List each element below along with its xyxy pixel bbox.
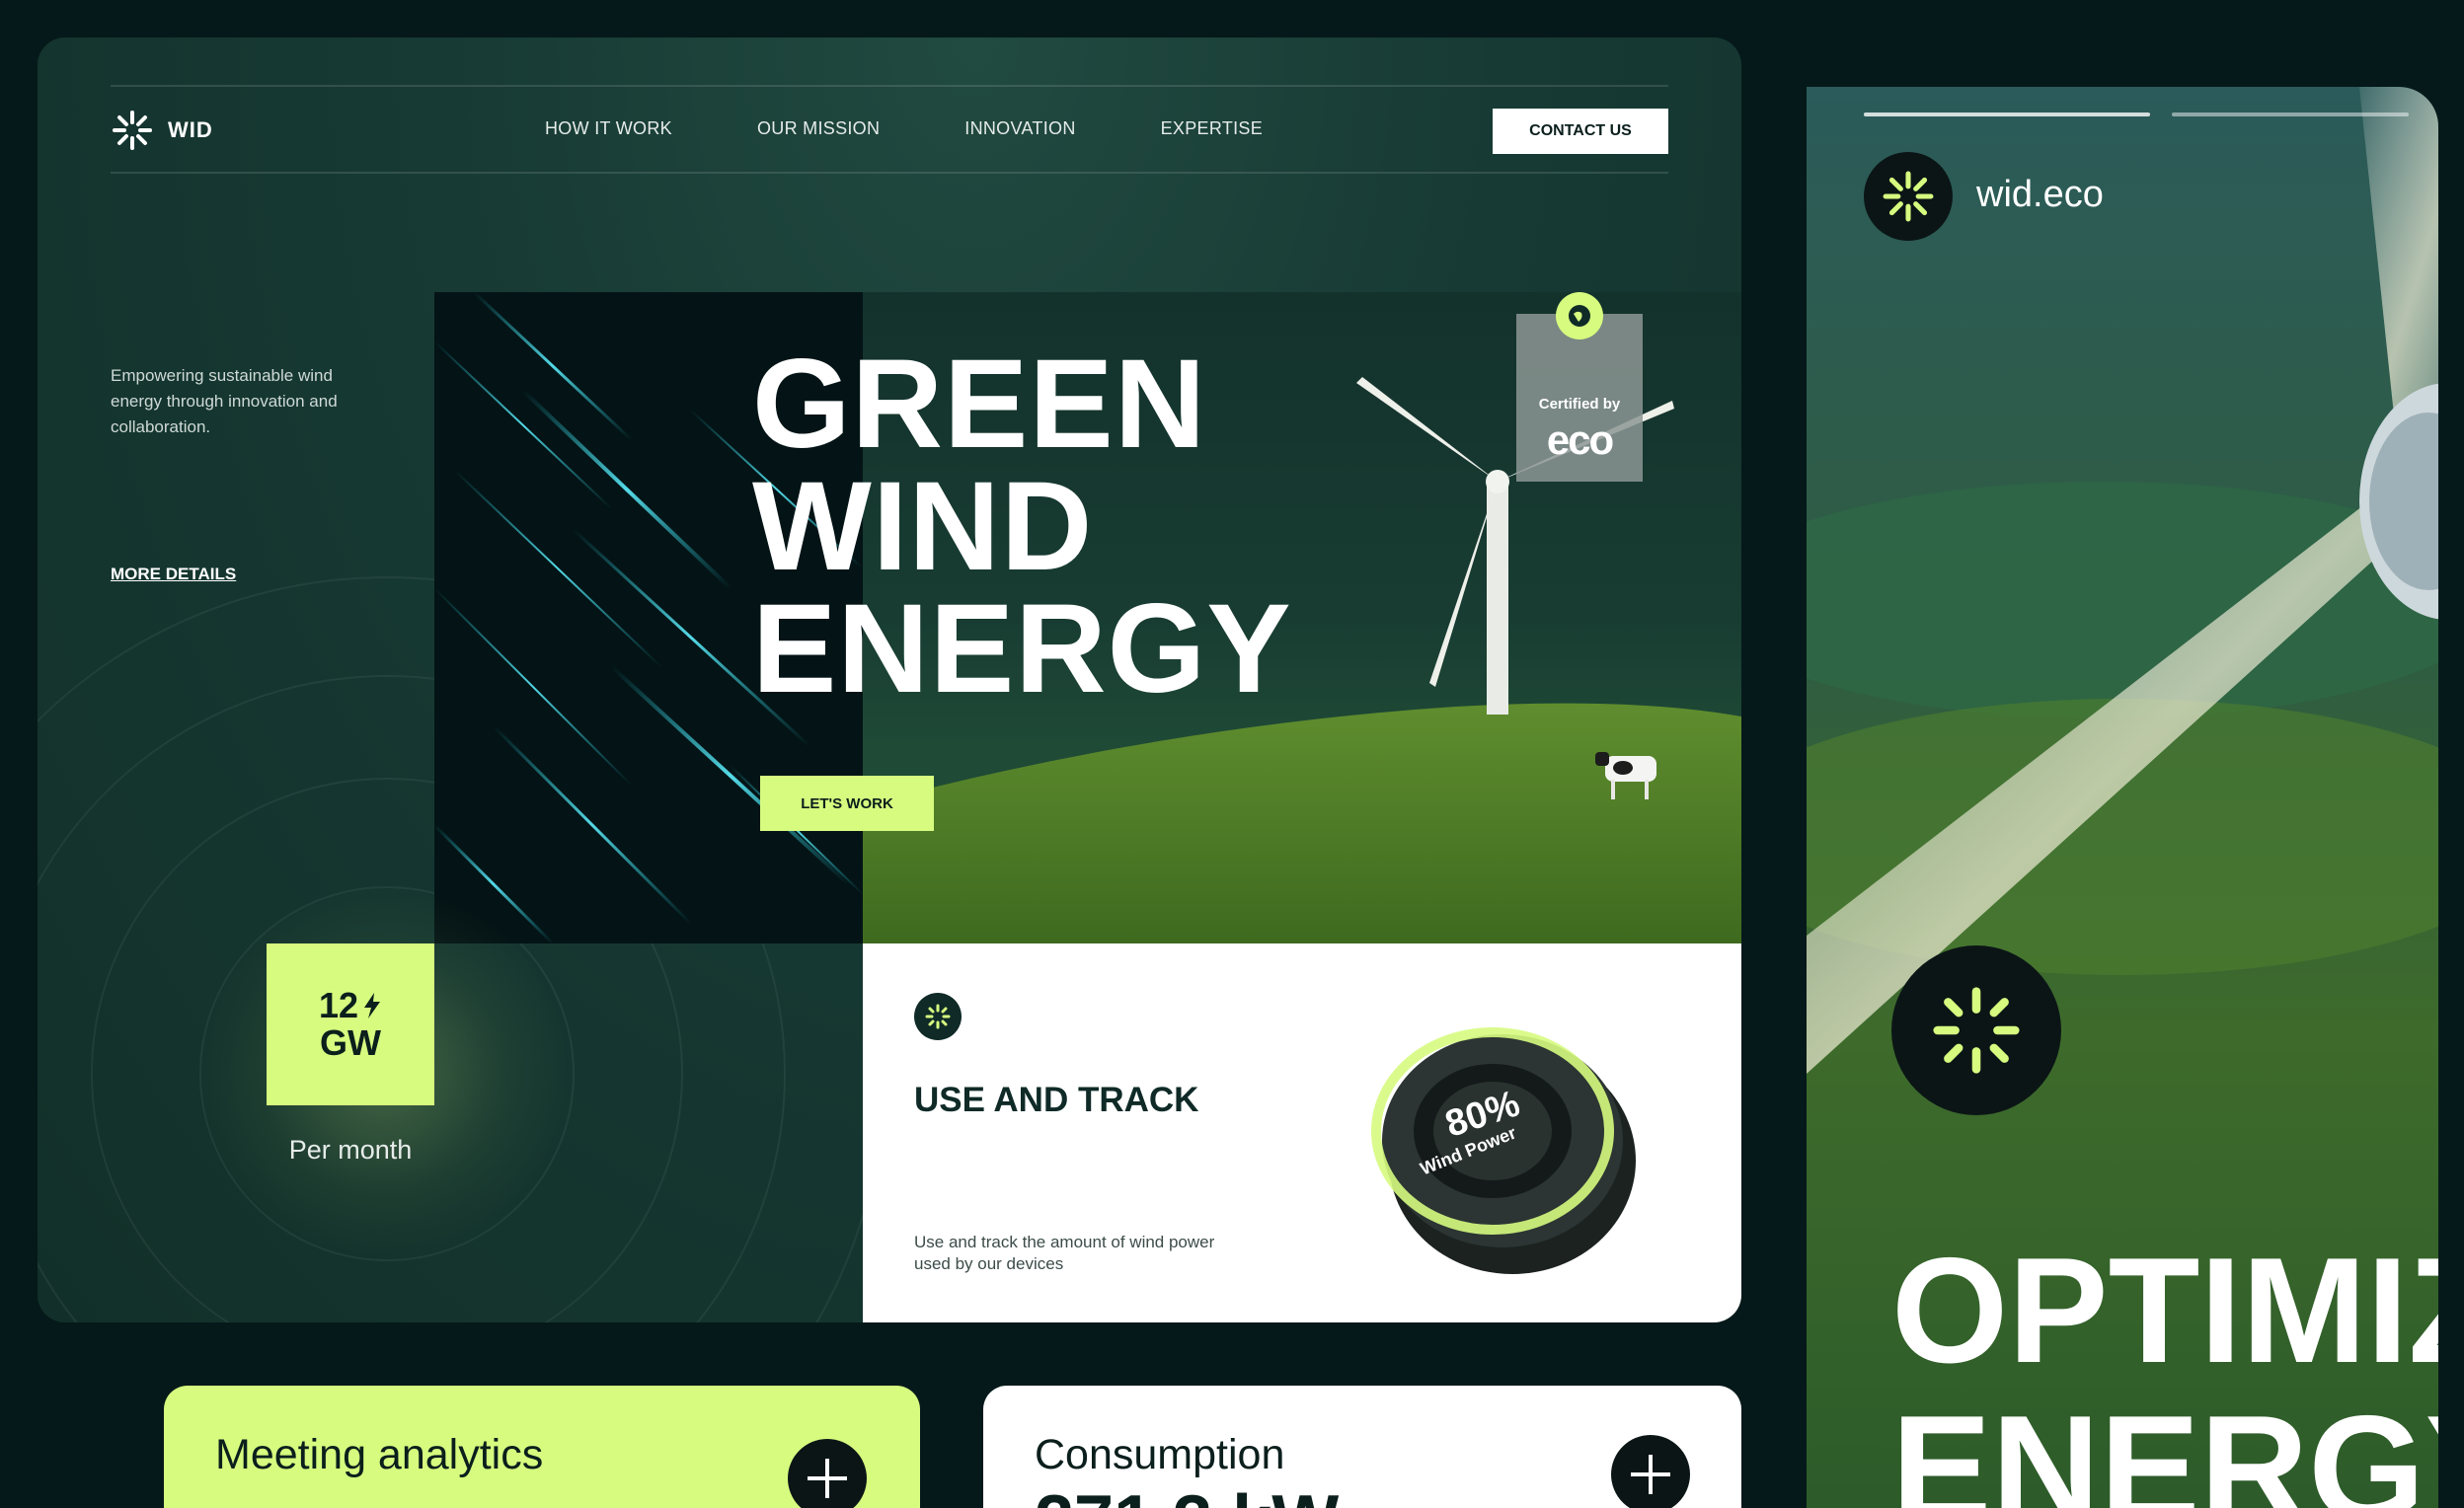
stat-caption: Per month <box>288 1135 413 1165</box>
lightning-icon <box>364 993 381 1018</box>
use-and-track-panel: USE AND TRACK Use and track the amount o… <box>863 943 1741 1322</box>
sun-spinner-icon <box>1891 945 2061 1115</box>
hero-title-line: WIND <box>752 456 1094 597</box>
plus-icon[interactable] <box>788 1439 867 1508</box>
header-top-divider <box>111 85 1668 87</box>
contact-us-button[interactable]: CONTACT US <box>1493 109 1668 154</box>
use-and-track-description: Use and track the amount of wind power u… <box>914 1233 1215 1273</box>
lets-work-button[interactable]: LET'S WORK <box>760 776 934 831</box>
hero-title-line: GREEN <box>752 334 1207 475</box>
plus-icon[interactable] <box>1611 1435 1690 1508</box>
brand-name: WID <box>168 117 213 142</box>
consumption-card[interactable]: Consumption 271.3 kW <box>983 1386 1741 1508</box>
brand-logo[interactable]: WID <box>111 109 213 152</box>
hero-title-line: ENERGY <box>752 578 1292 719</box>
meeting-analytics-title: Meeting analytics <box>215 1431 544 1478</box>
hero-title: GREEN WIND ENERGY <box>752 334 1292 719</box>
eco-mark: eco <box>1546 416 1614 463</box>
use-and-track-title: USE AND TRACK <box>914 1081 1199 1119</box>
main-landing-card: WID HOW IT WORK OUR MISSION INNOVATION E… <box>38 38 1741 1322</box>
meeting-analytics-card[interactable]: Meeting analytics <box>164 1386 920 1508</box>
story-progress-2 <box>2172 113 2409 116</box>
mobile-hero-title: OPTIMIZE ENERGY <box>1891 1232 2438 1508</box>
story-progress-1 <box>1864 113 2150 116</box>
hero-tagline: Empowering sustainable wind energy throu… <box>111 366 338 436</box>
header-bottom-divider <box>111 172 1668 174</box>
mobile-logo-icon[interactable] <box>1864 152 1953 241</box>
stat-unit: GW <box>320 1022 381 1063</box>
certified-by-label: Certified by <box>1538 396 1621 413</box>
brand-domain: wid.eco <box>1976 174 2104 215</box>
mobile-preview-card: wid.eco OPTIMIZE ENERGY <box>1807 87 2438 1508</box>
mobile-title-line: ENERGY <box>1891 1385 2438 1508</box>
nav-how-it-work[interactable]: HOW IT WORK <box>545 118 672 139</box>
stat-badge: 12 GW <box>267 943 434 1105</box>
nav-innovation[interactable]: INNOVATION <box>964 118 1075 139</box>
main-nav: HOW IT WORK OUR MISSION INNOVATION EXPER… <box>545 118 1263 139</box>
consumption-value: 271.3 kW <box>1035 1480 1339 1508</box>
nav-expertise[interactable]: EXPERTISE <box>1161 118 1263 139</box>
more-details-link[interactable]: MORE DETAILS <box>111 565 236 584</box>
sun-spinner-icon <box>914 993 962 1040</box>
wid-logo-icon <box>113 111 152 150</box>
globe-icon <box>1556 292 1603 339</box>
stat-value: 12 <box>318 985 359 1025</box>
consumption-title: Consumption <box>1035 1431 1285 1478</box>
mobile-title-line: OPTIMIZE <box>1891 1227 2438 1395</box>
nav-our-mission[interactable]: OUR MISSION <box>757 118 880 139</box>
